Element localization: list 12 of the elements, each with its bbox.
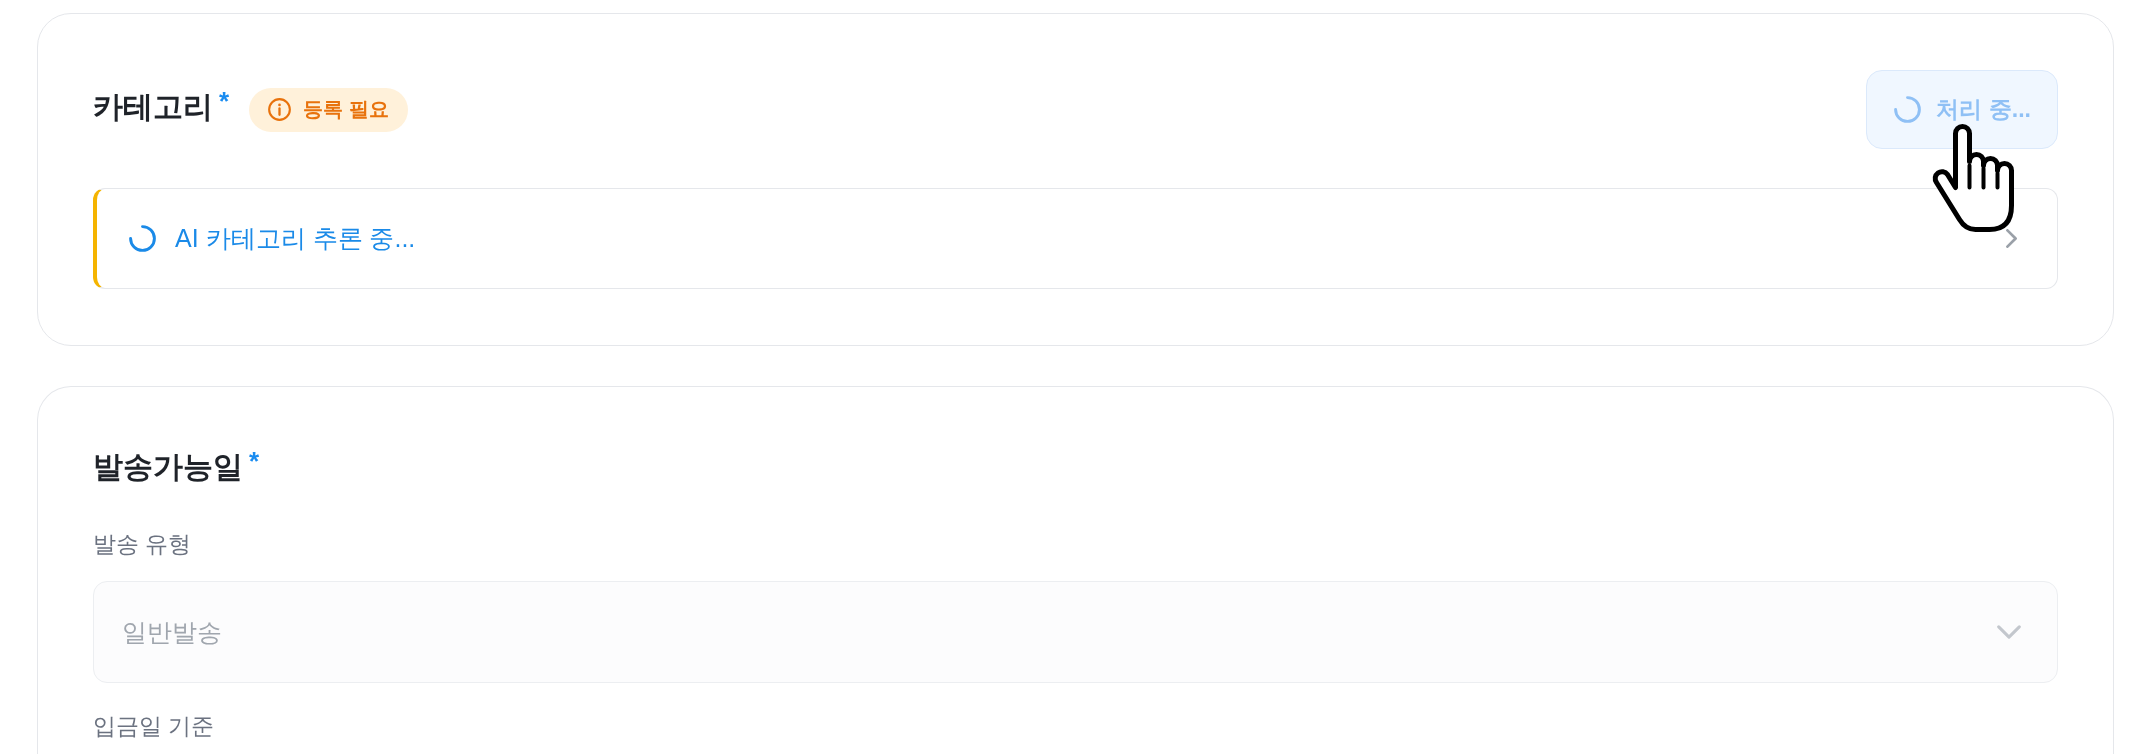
status-label: 등록 필요 (303, 97, 389, 122)
info-icon (268, 98, 292, 121)
chevron-right-icon (2006, 229, 2017, 248)
suggestion-panel[interactable]: AI 카테고리 추론 중... (93, 188, 2058, 289)
field-label: 입금일 기준 (93, 712, 216, 741)
suggestion-text: AI 카테고리 추론 중... (175, 223, 417, 254)
chevron-down-icon (1997, 625, 2021, 639)
field-label: 발송 유형 (93, 530, 193, 559)
required-mark: * (249, 446, 260, 476)
section-title: 카테고리 (93, 90, 213, 123)
required-mark: * (219, 86, 230, 116)
section-title: 발송가능일 (93, 450, 243, 483)
